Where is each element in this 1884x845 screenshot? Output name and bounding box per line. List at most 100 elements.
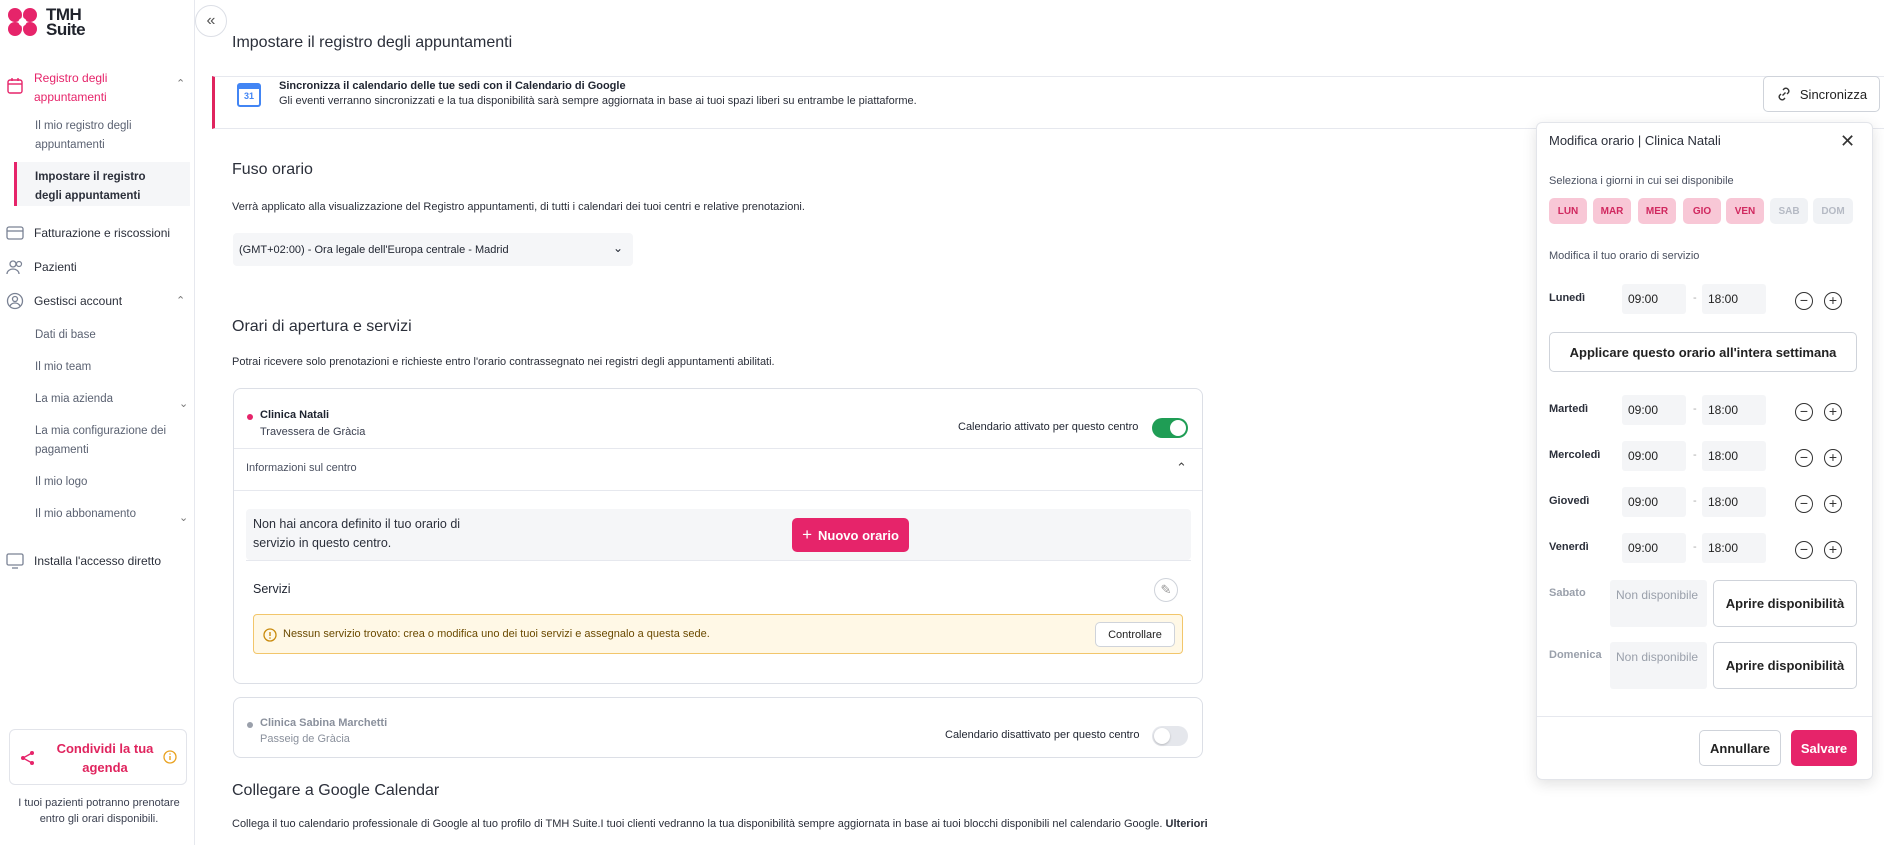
calendar-icon (7, 78, 23, 94)
plus-icon: + (802, 525, 813, 544)
time-to[interactable]: 18:00 (1702, 441, 1766, 471)
sidebar-item-pazienti[interactable]: Pazienti (0, 258, 195, 278)
info-label[interactable]: Informazioni sul centro (246, 462, 357, 474)
google-banner-title: Sincronizza il calendario delle tue sedi… (279, 80, 626, 92)
minus-circle-icon[interactable]: − (1795, 403, 1813, 421)
minus-circle-icon[interactable]: − (1795, 495, 1813, 513)
timezone-value: (GMT+02:00) - Ora legale dell'Europa cen… (239, 243, 509, 256)
sidebar-sub-dati[interactable]: Dati di base (35, 326, 96, 345)
row-day-label: Sabato (1549, 587, 1586, 599)
chevron-up-icon[interactable]: ⌃ (176, 77, 185, 90)
nuovo-orario-button[interactable]: + Nuovo orario (792, 518, 909, 552)
toggle-label: Calendario attivato per questo centro (958, 421, 1139, 433)
chevron-down-icon[interactable]: ⌄ (179, 397, 188, 410)
logo[interactable]: TMH Suite (6, 6, 86, 38)
share-agenda-button[interactable]: Condividi la tua agenda (9, 729, 187, 785)
sidebar-item-label: Pazienti (34, 260, 77, 274)
day-lun[interactable]: LUN (1549, 198, 1587, 224)
logo-icon (8, 8, 37, 36)
sidebar-sub-logo[interactable]: Il mio logo (35, 473, 87, 492)
sidebar-item-registro[interactable]: Registro degli appuntamenti ⌃ (0, 69, 195, 104)
cancel-button[interactable]: Annullare (1699, 730, 1781, 766)
hours-label: Modifica il tuo orario di servizio (1549, 250, 1700, 262)
edit-icon[interactable]: ✎ (1154, 578, 1178, 602)
monitor-icon (6, 553, 24, 569)
warning-box: Nessun servizio trovato: crea o modifica… (253, 614, 1183, 654)
close-icon[interactable]: ✕ (1840, 131, 1855, 152)
timezone-desc: Verrà applicato alla visualizzazione del… (232, 201, 805, 213)
apply-week-button[interactable]: Applicare questo orario all'intera setti… (1549, 332, 1857, 372)
plus-circle-icon[interactable]: + (1824, 292, 1842, 310)
row-day-label: Domenica (1549, 649, 1602, 661)
google-calendar-icon: 31 (237, 83, 261, 107)
plus-circle-icon[interactable]: + (1824, 403, 1842, 421)
chevron-down-icon[interactable]: ⌄ (179, 511, 188, 524)
sidebar-sub-azienda[interactable]: La mia azienda (35, 390, 113, 409)
center-card-natali: Clinica Natali Travessera de Gràcia Cale… (233, 388, 1203, 684)
sidebar-item-label: Registro degli appuntamenti (34, 71, 108, 104)
status-dot (247, 722, 253, 728)
credit-card-icon (6, 226, 24, 240)
row-day-label: Venerdì (1549, 541, 1589, 553)
sidebar-item-installa[interactable]: Installa l'accesso diretto (0, 552, 195, 572)
plus-circle-icon[interactable]: + (1824, 495, 1842, 513)
center-card-marchetti: Clinica Sabina Marchetti Passeig de Gràc… (233, 697, 1203, 758)
share-icon (21, 751, 34, 765)
google-connect-heading: Collegare a Google Calendar (232, 782, 440, 799)
time-from[interactable]: 09:00 (1622, 395, 1686, 425)
day-gio[interactable]: GIO (1683, 198, 1721, 224)
page-title: Impostare il registro degli appuntamenti (232, 34, 513, 51)
collapse-sidebar-button[interactable]: « (195, 5, 227, 37)
minus-circle-icon[interactable]: − (1795, 449, 1813, 467)
row-day-label: Mercoledì (1549, 449, 1601, 461)
time-from[interactable]: 09:00 (1622, 487, 1686, 517)
panel-title: Modifica orario | Clinica Natali (1549, 133, 1721, 148)
chevron-up-icon[interactable]: ⌃ (176, 294, 185, 307)
info-icon[interactable] (163, 750, 177, 764)
timezone-select[interactable]: (GMT+02:00) - Ora legale dell'Europa cen… (233, 233, 633, 266)
controllare-button[interactable]: Controllare (1095, 622, 1175, 647)
sidebar-sub-mio-registro[interactable]: Il mio registro degli appuntamenti (35, 117, 165, 155)
sidebar-sub-impostare[interactable]: Impostare il registro degli appuntamenti (35, 168, 175, 206)
row-day-label: Martedì (1549, 403, 1589, 415)
calendar-toggle[interactable] (1152, 418, 1188, 438)
sidebar-sub-pagamenti[interactable]: La mia configurazione dei pagamenti (35, 422, 170, 460)
minus-circle-icon[interactable]: − (1795, 541, 1813, 559)
timezone-heading: Fuso orario (232, 161, 313, 178)
share-note: I tuoi pazienti potranno prenotare entro… (18, 797, 180, 825)
time-to[interactable]: 18:00 (1702, 284, 1766, 314)
day-sab[interactable]: SAB (1770, 198, 1808, 224)
sidebar-item-gestisci[interactable]: Gestisci account ⌃ (0, 292, 195, 312)
sidebar-item-label: Fatturazione e riscossioni (34, 226, 171, 240)
link-icon (1778, 87, 1790, 101)
not-available-field: Non disponibile (1610, 642, 1707, 689)
time-to[interactable]: 18:00 (1702, 395, 1766, 425)
sidebar-item-fatturazione[interactable]: Fatturazione e riscossioni (0, 224, 195, 244)
time-from[interactable]: 09:00 (1622, 533, 1686, 563)
time-to[interactable]: 18:00 (1702, 533, 1766, 563)
calendar-toggle[interactable] (1152, 726, 1188, 746)
time-to[interactable]: 18:00 (1702, 487, 1766, 517)
plus-circle-icon[interactable]: + (1824, 449, 1842, 467)
chevron-up-icon[interactable]: ⌃ (1176, 460, 1187, 476)
open-availability-button[interactable]: Aprire disponibilità (1713, 580, 1857, 627)
time-from[interactable]: 09:00 (1622, 284, 1686, 314)
day-dom[interactable]: DOM (1813, 198, 1853, 224)
day-mer[interactable]: MER (1638, 198, 1676, 224)
empty-hours-text: Non hai ancora definito il tuo orario di… (253, 517, 461, 550)
more-link[interactable]: Ulteriori (1166, 818, 1208, 830)
time-from[interactable]: 09:00 (1622, 441, 1686, 471)
day-mar[interactable]: MAR (1593, 198, 1631, 224)
open-availability-button[interactable]: Aprire disponibilità (1713, 642, 1857, 689)
center-name: Clinica Sabina Marchetti (260, 717, 388, 729)
minus-circle-icon[interactable]: − (1795, 292, 1813, 310)
warning-text: Nessun servizio trovato: crea o modifica… (283, 628, 710, 640)
save-button[interactable]: Salvare (1791, 730, 1857, 766)
sidebar-sub-team[interactable]: Il mio team (35, 358, 91, 377)
sincronizza-button[interactable]: Sincronizza (1763, 76, 1880, 112)
plus-circle-icon[interactable]: + (1824, 541, 1842, 559)
day-ven[interactable]: VEN (1726, 198, 1764, 224)
sidebar-sub-abbonamento[interactable]: Il mio abbonamento (35, 505, 136, 524)
user-circle-icon (6, 292, 24, 310)
google-connect-text: Collega il tuo calendario professionale … (232, 818, 1208, 830)
